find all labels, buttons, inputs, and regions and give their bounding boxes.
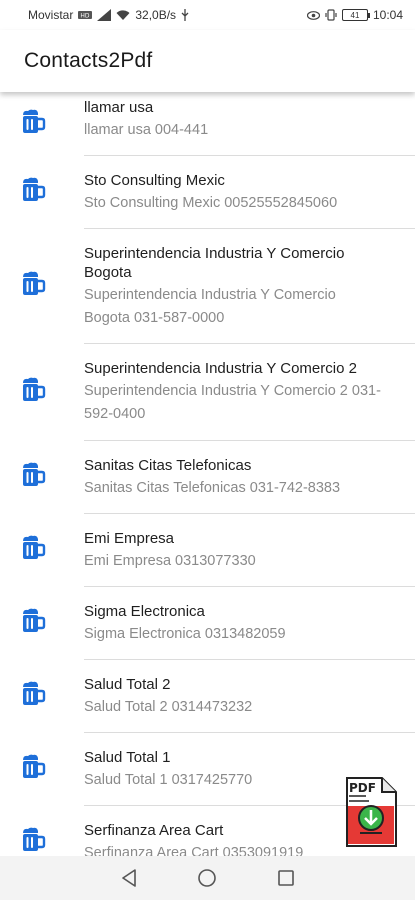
contact-item[interactable]: Sanitas Citas Telefonicas Sanitas Citas … [0, 441, 415, 514]
beer-mug-icon [20, 109, 46, 140]
contact-detail: Sigma Electronica 0313482059 [84, 625, 286, 642]
contact-name: Serfinanza Area Cart [84, 821, 224, 839]
wifi-icon [116, 9, 130, 21]
beer-mug-icon [20, 462, 46, 493]
contact-detail: Emi Empresa 0313077330 [84, 552, 256, 569]
pdf-label: PDF [349, 781, 376, 795]
beer-mug-icon [20, 271, 46, 302]
vibrate-icon [325, 9, 337, 21]
beer-mug-icon [20, 177, 46, 208]
contact-name: Sanitas Citas Telefonicas [84, 456, 252, 474]
contact-name: Superintendencia Industria Y Comercio 2 [84, 360, 357, 377]
beer-mug-icon [20, 377, 46, 408]
beer-mug-icon [20, 535, 46, 566]
export-pdf-button[interactable]: PDF [344, 776, 398, 848]
contact-name: Sigma Electronica [84, 602, 205, 620]
contact-name: Salud Total 2 [84, 675, 171, 693]
recents-square-icon [278, 870, 294, 886]
contact-item[interactable]: Salud Total 2 Salud Total 2 0314473232 [0, 660, 415, 733]
contact-name: llamar usa [84, 99, 154, 116]
contact-name: Superintendencia Industria Y Comercio Bo… [84, 244, 345, 281]
contact-detail: Salud Total 2 0314473232 [84, 698, 253, 715]
beer-mug-icon [20, 754, 46, 785]
battery-icon: 41 [341, 9, 370, 21]
contact-detail: Sanitas Citas Telefonicas 031-742-8383 [84, 479, 341, 496]
network-speed: 32,0B/s [135, 8, 177, 22]
contact-item[interactable]: llamar usa llamar usa 004-441 [0, 92, 415, 156]
contact-list[interactable]: llamar usa llamar usa 004-441 Sto Consul… [0, 92, 415, 856]
contact-detail: Sto Consulting Mexic 00525552845060 [84, 194, 338, 211]
contact-name: Emi Empresa [84, 529, 175, 547]
usb-icon [181, 9, 189, 21]
home-circle-icon [198, 869, 217, 887]
contact-item[interactable]: Sigma Electronica Sigma Electronica 0313… [0, 587, 415, 660]
beer-mug-icon [20, 827, 46, 856]
beer-mug-icon [20, 608, 46, 639]
status-right: 41 10:04 [306, 8, 403, 22]
app-title: Contacts2Pdf [24, 49, 153, 72]
app-bar: Contacts2Pdf [0, 30, 415, 92]
contact-detail: Salud Total 1 0317425770 [84, 771, 253, 788]
beer-mug-icon [20, 681, 46, 712]
contact-item[interactable]: Emi Empresa Emi Empresa 0313077330 [0, 514, 415, 587]
contact-item[interactable]: Superintendencia Industria Y Comercio Bo… [0, 229, 415, 344]
clock: 10:04 [372, 8, 403, 22]
home-button[interactable] [192, 863, 222, 893]
contact-item[interactable]: Sto Consulting Mexic Sto Consulting Mexi… [0, 156, 415, 229]
contact-detail: llamar usa 004-441 [84, 122, 209, 138]
back-button[interactable] [114, 863, 144, 893]
svg-text:HD: HD [81, 13, 91, 20]
pdf-download-icon: PDF [346, 777, 397, 847]
status-left: Movistar HD 32,0B/s [28, 8, 189, 22]
contact-name: Salud Total 1 [84, 748, 171, 766]
contact-item[interactable]: Superintendencia Industria Y Comercio 2 … [0, 344, 415, 441]
navigation-bar [0, 856, 415, 900]
back-triangle-icon [122, 869, 136, 887]
contact-detail: Superintendencia Industria Y Comercio 2 … [84, 383, 381, 422]
recents-button[interactable] [271, 863, 301, 893]
hd-signal-icon: HD [78, 10, 93, 20]
contact-name: Sto Consulting Mexic [84, 171, 225, 189]
contact-detail: Superintendencia Industria Y Comercio Bo… [84, 286, 336, 326]
contact-detail: Serfinanza Area Cart 0353091919 [84, 844, 304, 857]
status-bar: Movistar HD 32,0B/s 41 10:04 [0, 0, 415, 30]
eye-icon [306, 10, 320, 20]
carrier-label: Movistar [28, 8, 74, 22]
cell-signal-icon [97, 9, 112, 21]
